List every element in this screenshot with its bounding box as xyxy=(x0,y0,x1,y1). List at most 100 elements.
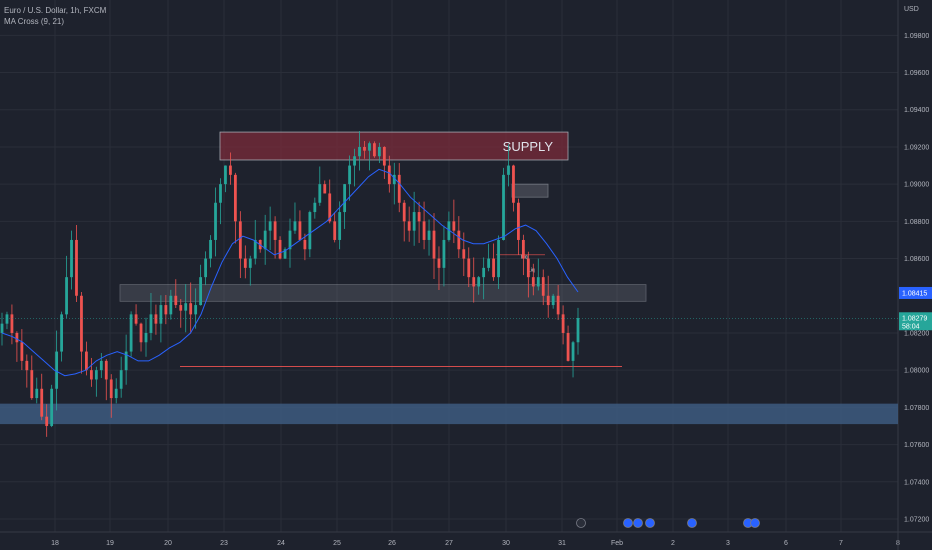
candle-body xyxy=(407,221,411,231)
demand-zone[interactable] xyxy=(0,403,898,425)
candle-body xyxy=(75,239,78,296)
price-label: 1.09400 xyxy=(904,107,929,114)
candle-body xyxy=(263,230,267,250)
candle-body xyxy=(174,295,178,306)
candle-body xyxy=(308,212,312,250)
time-label: 19 xyxy=(106,540,114,547)
candle-body xyxy=(293,221,297,231)
candle-body xyxy=(397,174,401,203)
candle-body xyxy=(65,277,68,315)
price-label: 1.08600 xyxy=(904,256,929,263)
small-zone[interactable] xyxy=(511,183,549,198)
time-label: 2 xyxy=(671,540,675,547)
event-flag-icon[interactable] xyxy=(750,518,760,528)
candle-body xyxy=(204,258,207,278)
current-price-text: 1.08415 xyxy=(902,290,927,297)
lightning-icon[interactable] xyxy=(576,518,586,528)
candle-body xyxy=(50,388,54,426)
candle-body xyxy=(497,239,500,278)
candle-body xyxy=(199,277,203,306)
event-flag-icon[interactable] xyxy=(633,518,643,528)
candle-body xyxy=(432,230,436,259)
candle-body xyxy=(224,165,227,185)
candle-body xyxy=(452,221,456,231)
candle-body xyxy=(462,249,466,259)
candle-body xyxy=(457,230,461,250)
candle-body xyxy=(85,351,88,371)
candle-body xyxy=(35,388,39,399)
candle-body xyxy=(442,239,446,268)
candle-body xyxy=(358,146,361,157)
event-flag-icon[interactable] xyxy=(645,518,655,528)
candle-body xyxy=(194,305,198,315)
candle-body xyxy=(333,221,337,240)
candle-body xyxy=(507,165,510,175)
candle-body xyxy=(233,174,237,222)
candle-body xyxy=(353,156,356,166)
candle-body xyxy=(159,305,163,324)
candle-body xyxy=(536,277,540,287)
candle-body xyxy=(70,239,73,278)
candle-body xyxy=(154,314,158,324)
candle-body xyxy=(373,143,376,157)
candle-body xyxy=(0,323,4,333)
candle-body xyxy=(278,239,282,259)
time-label: 31 xyxy=(558,540,566,547)
candle-body xyxy=(437,258,441,268)
time-label: 27 xyxy=(445,540,453,547)
candle-body xyxy=(149,314,153,333)
candle-body xyxy=(214,202,217,240)
candle-body xyxy=(109,379,113,399)
candle-body xyxy=(487,258,491,268)
candle-body xyxy=(472,277,476,287)
candle-body xyxy=(551,295,555,306)
event-flag-icon[interactable] xyxy=(687,518,697,528)
countdown-text: 58:04 xyxy=(902,323,920,330)
candle-body xyxy=(60,314,63,352)
time-label: 30 xyxy=(502,540,510,547)
candle-body xyxy=(422,221,426,240)
time-label: 6 xyxy=(784,540,788,547)
candle-body xyxy=(561,314,565,333)
candle-body xyxy=(273,221,277,240)
candle-body xyxy=(10,314,14,333)
candle-body xyxy=(377,146,381,157)
candle-body xyxy=(412,212,416,231)
candle-body xyxy=(531,277,535,287)
candle-body xyxy=(238,221,242,259)
candle-body xyxy=(248,258,252,268)
price-chart[interactable]: 1.09800 1.09600 1.09400 1.09200 1.09000 1.088… xyxy=(0,0,932,550)
time-label: 25 xyxy=(333,540,341,547)
price-label: 1.09200 xyxy=(904,144,929,151)
candle-body xyxy=(576,318,580,343)
candle-body xyxy=(477,277,481,287)
candle-body xyxy=(104,360,108,380)
candle-body xyxy=(298,221,302,240)
candle-body xyxy=(134,314,138,324)
mid-zone[interactable] xyxy=(119,284,647,302)
time-label: 23 xyxy=(220,540,228,547)
event-flag-icon[interactable] xyxy=(623,518,633,528)
price-label: 1.08800 xyxy=(904,219,929,226)
symbol-title[interactable]: Euro / U.S. Dollar, 1h, FXCM xyxy=(4,5,106,16)
candle-body xyxy=(338,212,342,240)
candle-body xyxy=(25,360,29,371)
candle-body xyxy=(229,165,232,175)
time-label: 18 xyxy=(51,540,59,547)
candle-body xyxy=(45,416,49,426)
candle-body xyxy=(492,258,495,278)
candle-body xyxy=(343,184,347,213)
candle-body xyxy=(417,212,421,222)
candle-body xyxy=(502,174,505,240)
price-label: 1.08000 xyxy=(904,368,929,375)
candle-body xyxy=(139,323,143,343)
chart-window[interactable]: 1.09800 1.09600 1.09400 1.09200 1.09000 1.088… xyxy=(0,0,932,550)
price-label: 1.09000 xyxy=(904,182,929,189)
candle-body xyxy=(387,165,391,185)
candle-body xyxy=(482,267,486,278)
time-label: Feb xyxy=(611,540,623,547)
candle-body xyxy=(5,314,9,324)
chart-legend: Euro / U.S. Dollar, 1h, FXCM MA Cross (9… xyxy=(4,5,106,27)
time-label: 24 xyxy=(277,540,285,547)
indicator-title[interactable]: MA Cross (9, 21) xyxy=(4,16,106,27)
